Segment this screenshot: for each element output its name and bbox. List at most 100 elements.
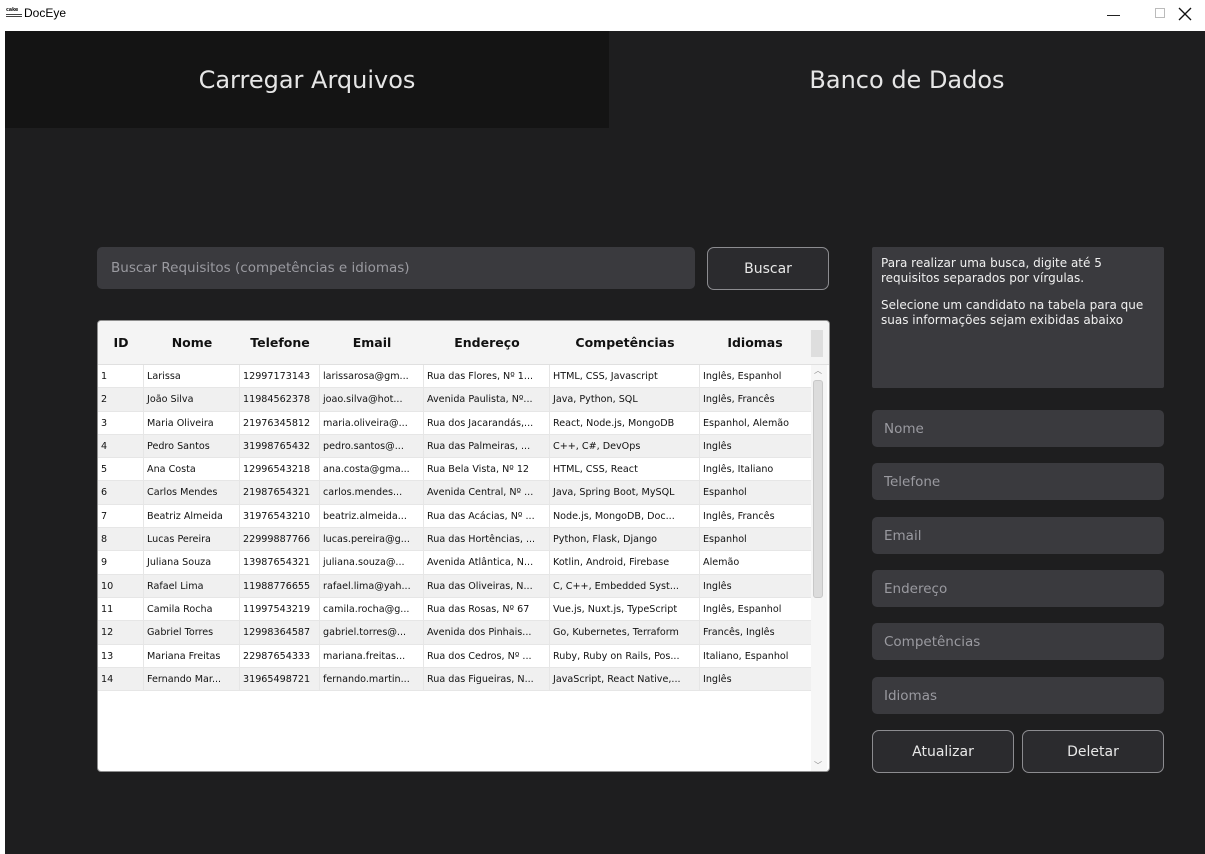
cell-competencias[interactable]: Python, Flask, Django	[550, 528, 700, 552]
cell-competencias[interactable]: C, C++, Embedded Syst...	[550, 574, 700, 598]
cell-idiomas[interactable]: Inglês, Francês	[700, 388, 812, 412]
cell-idiomas[interactable]: Francês, Inglês	[700, 621, 812, 645]
cell-endereco[interactable]: Avenida Paulista, Nº...	[424, 388, 550, 412]
cell-telefone[interactable]: 12996543218	[240, 458, 320, 482]
cell-idiomas[interactable]: Alemão	[700, 551, 812, 575]
delete-button[interactable]: Deletar	[1022, 730, 1164, 773]
cell-id[interactable]: 5	[98, 458, 144, 482]
cell-competencias[interactable]: Ruby, Ruby on Rails, Pos...	[550, 644, 700, 668]
cell-competencias[interactable]: HTML, CSS, Javascript	[550, 365, 700, 388]
cell-email[interactable]: maria.oliveira@...	[320, 411, 424, 435]
cell-competencias[interactable]: Node.js, MongoDB, Doc...	[550, 504, 700, 528]
cell-id[interactable]: 14	[98, 667, 144, 691]
cell-idiomas[interactable]: Inglês, Espanhol	[700, 365, 812, 388]
table-row[interactable]: 1 Larissa 12997173143 larissarosa@gm... Rua …	[98, 365, 812, 389]
search-input[interactable]	[97, 247, 695, 289]
cell-id[interactable]: 12	[98, 621, 144, 645]
cell-endereco[interactable]: Rua das Flores, Nº 1...	[424, 365, 550, 388]
cell-email[interactable]: beatriz.almeida...	[320, 504, 424, 528]
table-row[interactable]: 9 Juliana Souza 13987654321 juliana.souza@.…	[98, 551, 812, 575]
cell-id[interactable]: 2	[98, 388, 144, 412]
cell-email[interactable]: camila.rocha@g...	[320, 597, 424, 621]
tab-banco-de-dados[interactable]: Banco de Dados	[609, 31, 1205, 128]
cell-telefone[interactable]: 12998364587	[240, 621, 320, 645]
cell-idiomas[interactable]: Inglês	[700, 667, 812, 691]
cell-endereco[interactable]: Rua das Rosas, Nº 67	[424, 597, 550, 621]
cell-email[interactable]: fernando.martin...	[320, 667, 424, 691]
table-row[interactable]: 3 Maria Oliveira 21976345812 maria.oliveira…	[98, 411, 812, 435]
cell-email[interactable]: carlos.mendes...	[320, 481, 424, 505]
column-header-id[interactable]: ID	[98, 321, 144, 365]
column-header-endereco[interactable]: Endereço	[424, 321, 550, 365]
cell-idiomas[interactable]: Inglês, Italiano	[700, 458, 812, 482]
table-row[interactable]: 6 Carlos Mendes 21987654321 carlos.mendes..…	[98, 481, 812, 505]
cell-telefone[interactable]: 31976543210	[240, 504, 320, 528]
cell-idiomas[interactable]: Espanhol, Alemão	[700, 411, 812, 435]
nome-field[interactable]	[872, 410, 1164, 447]
cell-email[interactable]: mariana.freitas...	[320, 644, 424, 668]
cell-email[interactable]: joao.silva@hot...	[320, 388, 424, 412]
cell-id[interactable]: 1	[98, 365, 144, 388]
cell-idiomas[interactable]: Inglês	[700, 434, 812, 458]
table-row[interactable]: 7 Beatriz Almeida 31976543210 beatriz.almei…	[98, 504, 812, 529]
cell-nome[interactable]: Carlos Mendes	[144, 481, 240, 505]
cell-telefone[interactable]: 31998765432	[240, 434, 320, 458]
cell-endereco[interactable]: Rua dos Jacarandás,...	[424, 411, 550, 435]
cell-id[interactable]: 8	[98, 528, 144, 552]
cell-id[interactable]: 11	[98, 597, 144, 621]
table-row[interactable]: 14 Fernando Mar... 31965498721 fernando.mar…	[98, 667, 812, 692]
cell-telefone[interactable]: 12997173143	[240, 365, 320, 388]
cell-idiomas[interactable]: Inglês	[700, 574, 812, 598]
cell-id[interactable]: 13	[98, 644, 144, 668]
cell-nome[interactable]: Pedro Santos	[144, 434, 240, 458]
cell-id[interactable]: 3	[98, 411, 144, 435]
cell-telefone[interactable]: 21987654321	[240, 481, 320, 505]
cell-telefone[interactable]: 13987654321	[240, 551, 320, 575]
cell-competencias[interactable]: Go, Kubernetes, Terraform	[550, 621, 700, 645]
cell-email[interactable]: juliana.souza@...	[320, 551, 424, 575]
tab-carregar-arquivos[interactable]: Carregar Arquivos	[5, 31, 609, 128]
column-header-nome[interactable]: Nome	[144, 321, 240, 365]
cell-nome[interactable]: Ana Costa	[144, 458, 240, 482]
cell-nome[interactable]: Fernando Mar...	[144, 667, 240, 691]
search-button[interactable]: Buscar	[707, 247, 829, 290]
table-row[interactable]: 8 Lucas Pereira 22999887766 lucas.pereira@g…	[98, 528, 812, 552]
cell-nome[interactable]: Maria Oliveira	[144, 411, 240, 435]
cell-email[interactable]: ana.costa@gma...	[320, 458, 424, 482]
table-row[interactable]: 11 Camila Rocha 11997543219 camila.rocha@g.…	[98, 597, 812, 622]
cell-nome[interactable]: Juliana Souza	[144, 551, 240, 575]
cell-nome[interactable]: Lucas Pereira	[144, 528, 240, 552]
cell-competencias[interactable]: Vue.js, Nuxt.js, TypeScript	[550, 597, 700, 621]
cell-competencias[interactable]: React, Node.js, MongoDB	[550, 411, 700, 435]
cell-nome[interactable]: Mariana Freitas	[144, 644, 240, 668]
table-row[interactable]: 10 Rafael Lima 11988776655 rafael.lima@yah.…	[98, 574, 812, 598]
cell-competencias[interactable]: HTML, CSS, React	[550, 458, 700, 482]
table-row[interactable]: 12 Gabriel Torres 12998364587 gabriel.torre…	[98, 621, 812, 645]
cell-id[interactable]: 10	[98, 574, 144, 598]
cell-competencias[interactable]: Java, Spring Boot, MySQL	[550, 481, 700, 505]
cell-nome[interactable]: Gabriel Torres	[144, 621, 240, 645]
email-field[interactable]	[872, 517, 1164, 554]
competencias-field[interactable]	[872, 623, 1164, 660]
scrollbar-thumb[interactable]	[813, 380, 823, 598]
column-header-email[interactable]: Email	[320, 321, 424, 365]
cell-email[interactable]: rafael.lima@yah...	[320, 574, 424, 598]
cell-email[interactable]: larissarosa@gm...	[320, 365, 424, 388]
cell-nome[interactable]: João Silva	[144, 388, 240, 412]
candidates-table[interactable]: ID Nome Telefone Email Endereço Competên…	[97, 320, 830, 772]
table-row[interactable]: 13 Mariana Freitas 22987654333 mariana.frei…	[98, 644, 812, 668]
cell-telefone[interactable]: 22999887766	[240, 528, 320, 552]
cell-telefone[interactable]: 11997543219	[240, 597, 320, 621]
cell-email[interactable]: lucas.pereira@g...	[320, 528, 424, 552]
cell-telefone[interactable]: 21976345812	[240, 411, 320, 435]
cell-nome[interactable]: Camila Rocha	[144, 597, 240, 621]
cell-telefone[interactable]: 11984562378	[240, 388, 320, 412]
table-row[interactable]: 2 João Silva 11984562378 joao.silva@hot... A…	[98, 388, 812, 412]
cell-endereco[interactable]: Rua dos Cedros, Nº ...	[424, 644, 550, 668]
update-button[interactable]: Atualizar	[872, 730, 1014, 773]
cell-competencias[interactable]: C++, C#, DevOps	[550, 434, 700, 458]
telefone-field[interactable]	[872, 463, 1164, 500]
cell-idiomas[interactable]: Espanhol	[700, 528, 812, 552]
cell-endereco[interactable]: Avenida dos Pinhais...	[424, 621, 550, 645]
scroll-up-icon[interactable]: ︿	[814, 365, 822, 376]
